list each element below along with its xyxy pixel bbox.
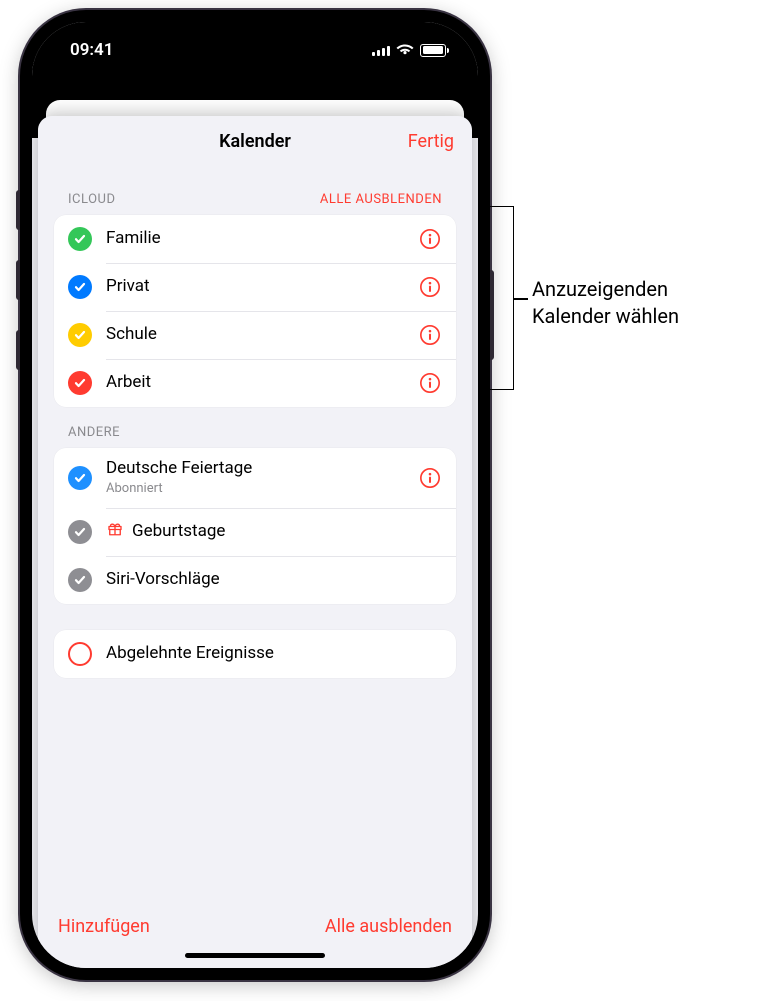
dynamic-island [190,40,320,76]
calendar-sublabel: Abonniert [106,481,404,497]
status-time: 09:41 [70,40,113,60]
calendar-row-siri[interactable]: Siri-Vorschläge [54,556,456,604]
checkmark-icon[interactable] [68,275,92,299]
calendar-row-familie[interactable]: Familie [54,215,456,263]
info-icon[interactable] [418,275,442,299]
calendar-label: Siri-Vorschläge [106,569,442,590]
done-button[interactable]: Fertig [408,116,454,166]
section-header-other: ANDERE [54,407,456,448]
sheet-header: Kalender Fertig [38,116,472,166]
home-indicator[interactable] [185,953,325,958]
calendar-label: Privat [106,276,404,297]
info-icon[interactable] [418,371,442,395]
phone-frame: 09:41 Kalender Fertig ICLOUD [20,10,490,980]
calendar-row-privat[interactable]: Privat [54,263,456,311]
info-icon[interactable] [418,323,442,347]
calendar-label: Abgelehnte Ereignisse [106,643,442,664]
callout-text-line2: Kalender wählen [532,304,679,328]
cellular-signal-icon [372,44,390,56]
calendar-label: Familie [106,228,404,249]
calendar-label: Deutsche Feiertage [106,458,404,479]
calendar-label: Arbeit [106,372,404,393]
calendars-sheet: Kalender Fertig ICLOUD ALLE AUSBLENDEN F… [38,116,472,968]
section-label: ICLOUD [68,192,116,207]
calendar-label: Schule [106,324,404,345]
sheet-content[interactable]: ICLOUD ALLE AUSBLENDEN Familie [38,166,472,902]
section-label: ANDERE [68,425,120,440]
unchecked-circle-icon[interactable] [68,642,92,666]
calendar-label: Geburtstage [132,521,225,542]
bottom-toolbar: Hinzufügen Alle ausblenden [38,902,472,947]
declined-group: Abgelehnte Ereignisse [54,630,456,678]
gift-icon [106,519,124,543]
callout-bracket [490,206,514,390]
callout-stem [514,298,528,300]
hide-all-button[interactable]: Alle ausblenden [325,916,452,937]
info-icon[interactable] [418,227,442,251]
info-icon[interactable] [418,466,442,490]
calendar-row-feiertage[interactable]: Deutsche Feiertage Abonniert [54,448,456,508]
screen: 09:41 Kalender Fertig ICLOUD [32,22,478,968]
icloud-group: Familie Privat [54,215,456,407]
checkmark-icon[interactable] [68,466,92,490]
battery-icon [420,44,446,57]
calendar-row-declined[interactable]: Abgelehnte Ereignisse [54,630,456,678]
checkmark-icon[interactable] [68,227,92,251]
checkmark-icon[interactable] [68,323,92,347]
checkmark-icon[interactable] [68,568,92,592]
hide-all-icloud-button[interactable]: ALLE AUSBLENDEN [320,192,442,207]
callout-text-line1: Anzuzeigenden [532,277,668,301]
section-header-icloud: ICLOUD ALLE AUSBLENDEN [54,174,456,215]
other-group: Deutsche Feiertage Abonniert [54,448,456,604]
calendar-row-arbeit[interactable]: Arbeit [54,359,456,407]
calendar-row-geburtstage[interactable]: Geburtstage [54,508,456,556]
calendar-row-schule[interactable]: Schule [54,311,456,359]
sheet-title: Kalender [219,131,291,152]
add-calendar-button[interactable]: Hinzufügen [58,916,150,937]
wifi-icon [396,40,414,60]
checkmark-icon[interactable] [68,371,92,395]
checkmark-icon[interactable] [68,520,92,544]
